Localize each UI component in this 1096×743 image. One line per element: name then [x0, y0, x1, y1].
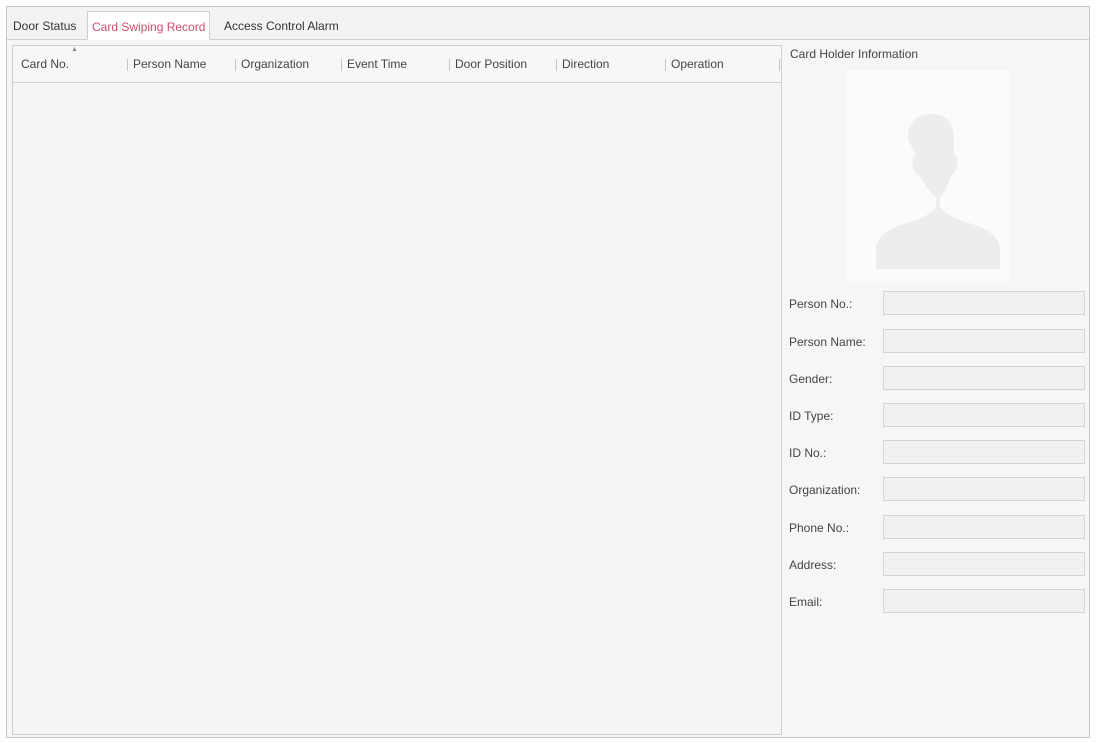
tab-card-swiping-record[interactable]: Card Swiping Record: [87, 11, 211, 40]
card-holder-photo: [846, 70, 1010, 283]
table-header: Card No. ▲ Person Name Organization Even…: [13, 46, 781, 83]
id-type-label: ID Type:: [789, 409, 834, 423]
tab-access-control-alarm[interactable]: Access Control Alarm: [220, 11, 343, 39]
person-name-field[interactable]: [883, 329, 1085, 353]
address-field[interactable]: [883, 552, 1085, 576]
card-swiping-record-table: Card No. ▲ Person Name Organization Even…: [12, 45, 782, 735]
organization-label: Organization:: [789, 483, 861, 497]
phone-no-field[interactable]: [883, 515, 1085, 539]
column-divider[interactable]: [235, 59, 236, 71]
column-divider[interactable]: [556, 59, 557, 71]
address-label: Address:: [789, 558, 837, 572]
person-no-label: Person No.:: [789, 297, 853, 311]
column-header-person-name[interactable]: Person Name: [133, 46, 206, 82]
id-no-field[interactable]: [883, 440, 1085, 464]
card-holder-info-title: Card Holder Information: [790, 47, 919, 61]
organization-field[interactable]: [883, 477, 1085, 501]
id-type-field[interactable]: [883, 403, 1085, 427]
column-divider[interactable]: [779, 59, 780, 71]
tab-door-status[interactable]: Door Status: [9, 11, 80, 39]
column-header-label: Card No.: [21, 57, 70, 71]
id-no-label: ID No.:: [789, 446, 827, 460]
gender-label: Gender:: [789, 372, 833, 386]
column-divider[interactable]: [449, 59, 450, 71]
column-divider[interactable]: [341, 59, 342, 71]
column-divider[interactable]: [127, 59, 128, 71]
column-header-card-no[interactable]: Card No. ▲: [21, 46, 78, 82]
person-no-field[interactable]: [883, 291, 1085, 315]
person-name-label: Person Name:: [789, 335, 866, 349]
column-header-operation[interactable]: Operation: [671, 46, 724, 82]
email-label: Email:: [789, 595, 823, 609]
table-body[interactable]: [13, 83, 781, 734]
access-control-window: Door Status Card Swiping Record Access C…: [6, 6, 1090, 738]
column-header-event-time[interactable]: Event Time: [347, 46, 407, 82]
card-holder-info-panel: Card Holder Information Person No.: Pers…: [787, 45, 1087, 735]
column-divider[interactable]: [665, 59, 666, 71]
phone-no-label: Phone No.:: [789, 521, 850, 535]
email-field[interactable]: [883, 589, 1085, 613]
gender-field[interactable]: [883, 366, 1085, 390]
column-header-organization[interactable]: Organization: [241, 46, 309, 82]
tab-bar: Door Status Card Swiping Record Access C…: [7, 7, 1089, 40]
sort-indicator-icon: ▲: [71, 46, 78, 53]
column-header-door-position[interactable]: Door Position: [455, 46, 527, 82]
person-silhouette-icon: [876, 114, 1000, 269]
column-header-direction[interactable]: Direction: [562, 46, 609, 82]
